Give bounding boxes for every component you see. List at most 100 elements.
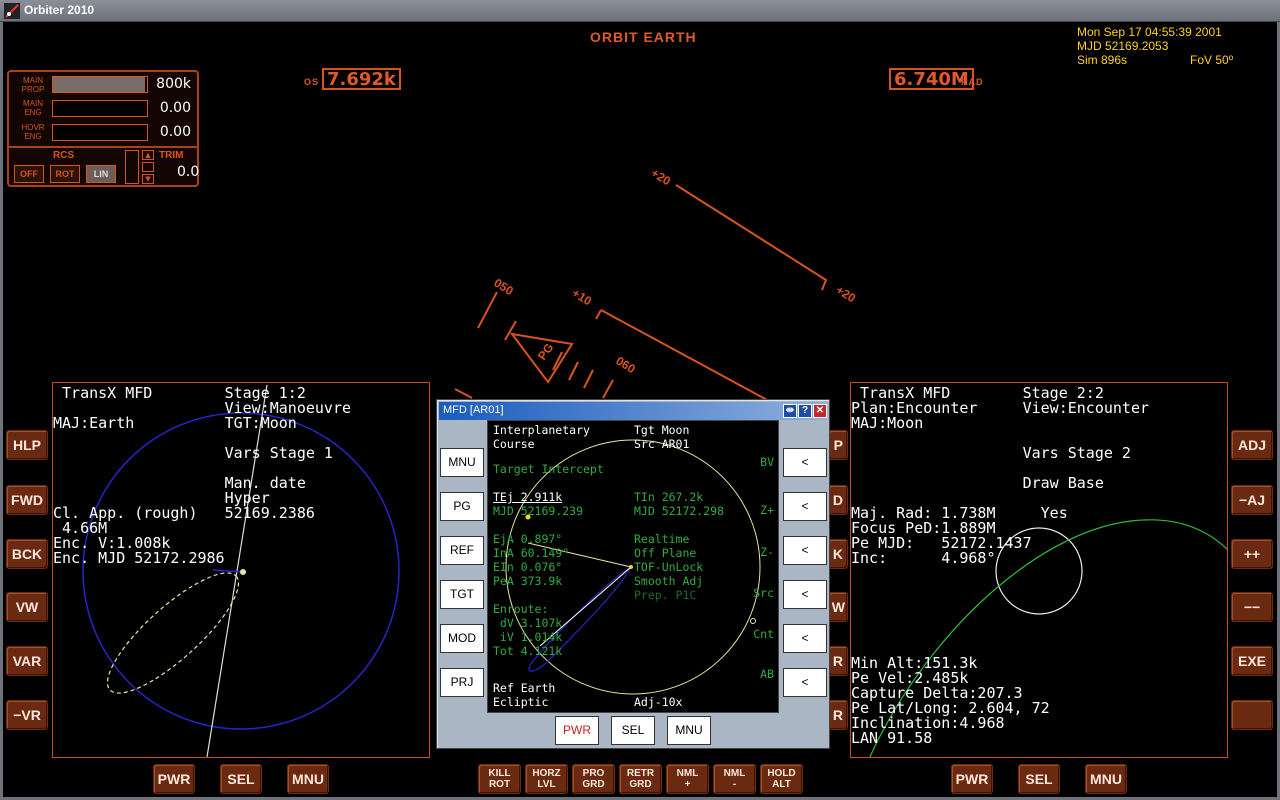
left-mfd-bck-button[interactable]: BCK [6,539,48,569]
screen-dv: dV 3.107k [493,616,563,630]
mfd-dialog-titlebar[interactable]: MFD [AR01] ⇹ ? ✕ [439,402,827,420]
hidden-button-r1[interactable]: R [828,646,848,676]
hidden-button-w-label: W [831,599,845,615]
right-mfd-blank-button[interactable] [1231,700,1273,730]
sim-time: Sim 896s [1077,53,1128,67]
nav-holdalt-button[interactable]: HOLD ALT [760,764,803,794]
hidden-button-d[interactable]: D [828,485,848,515]
ladder-label-pg: PG [535,340,556,362]
screen-tof: TOF-UnLock [634,560,704,574]
hidden-button-r2-label: R [832,707,843,723]
screen-side-cnt: Cnt [753,627,774,641]
screen-ecliptic: Ecliptic [493,695,549,709]
nav-prograde-button[interactable]: PRO GRD [572,764,615,794]
dialog-sel-button[interactable]: SEL [611,716,655,745]
dialog-right-button-1[interactable]: < [783,448,827,477]
hidden-button-w[interactable]: W [828,592,848,622]
right-mfd-exe-button[interactable]: EXE [1231,646,1273,676]
screen-tej: TEj 2.911k [493,490,563,504]
main-eng-label: MAIN ENG [23,99,43,117]
nav-prograde-l2: GRD [582,779,605,790]
right-mfd-minus-aj-button[interactable]: −AJ [1231,485,1273,515]
left-mfd-var-button[interactable]: VAR [6,646,48,676]
dialog-pwr-button[interactable]: PWR [555,716,599,745]
main-prop-value: 800k [156,76,191,92]
screen-smooth: Smooth Adj [634,574,704,588]
screen-side-zplus: Z+ [760,503,774,517]
trim-reset-icon[interactable] [142,162,154,172]
dialog-prj-button[interactable]: PRJ [440,668,484,697]
trim-label: TRIM [159,150,184,161]
right-mfd-adj-button[interactable]: ADJ [1231,430,1273,460]
dialog-right-button-3[interactable]: < [783,536,827,565]
dialog-mfd-screen: Interplanetary Course Tgt Moon Src AR01 … [487,420,779,713]
nav-killrot-button[interactable]: KILL ROT [478,764,521,794]
left-mfd-line-4: Vars Stage 1 [53,444,333,462]
trim-value: 0.0 [177,164,200,180]
left-mfd-vr-button[interactable]: −VR [6,700,48,730]
nav-horzlvl-l2: LVL [537,779,556,790]
hovr-eng-label: HOVR ENG [21,123,45,141]
left-mfd-fwd-button[interactable]: FWD [6,485,48,515]
dialog-right-button-2[interactable]: < [783,492,827,521]
right-mfd-sel-button[interactable]: SEL [1018,764,1060,794]
screen-enroute: Enroute: [493,602,549,616]
rcs-off-button[interactable]: OFF [14,165,44,183]
left-mfd-screen: TransX MFD Stage 1:2 View:Manoeuvre MAJ:… [52,382,430,758]
dialog-right-button-5[interactable]: < [783,624,827,653]
rcs-lin-button[interactable]: LIN [86,165,116,183]
pin-icon[interactable]: ⇹ [783,404,797,418]
right-mfd-mnu-button[interactable]: MNU [1085,764,1127,794]
left-mfd-pwr-button[interactable]: PWR [153,764,195,794]
mfd-dialog: MFD [AR01] ⇹ ? ✕ MNU PG REF TGT MOD PRJ … [436,399,830,749]
main-eng-bar [52,100,148,117]
dialog-tgt-button[interactable]: TGT [440,580,484,609]
dialog-mnu-button[interactable]: MNU [440,448,484,477]
dialog-mnu-bottom-button[interactable]: MNU [667,716,711,745]
dialog-right-button-4[interactable]: < [783,580,827,609]
nav-nmlminus-l1: NML [723,768,746,779]
dialog-ref-button[interactable]: REF [440,536,484,565]
right-mfd-pwr-button[interactable]: PWR [951,764,993,794]
nav-retrograde-button[interactable]: RETR GRD [619,764,662,794]
close-icon[interactable]: ✕ [813,404,827,418]
right-mfd-minusminus-button[interactable]: −− [1231,592,1273,622]
nav-nmlplus-button[interactable]: NML + [666,764,709,794]
hidden-button-p[interactable]: P [828,430,848,460]
screen-src: Src AR01 [634,437,690,451]
main-eng-value: 0.00 [159,100,191,116]
nav-retrograde-l2: GRD [629,779,652,790]
screen-ref: Ref Earth [493,681,556,695]
screen-prep: Prep. P1C [634,588,697,602]
left-mfd-hlp-button[interactable]: HLP [6,430,48,460]
dialog-right-button-6[interactable]: < [783,668,827,697]
left-mfd-orbit-plot [82,384,400,757]
screen-pea: PeA 373.9k [493,574,563,588]
nav-horzlvl-button[interactable]: HORZ LVL [525,764,568,794]
left-mfd-mnu-button[interactable]: MNU [287,764,329,794]
nav-horzlvl-l1: HORZ [532,768,561,779]
hidden-button-k-label: K [832,546,843,562]
sim-date: Mon Sep 17 04:55:39 2001 [1077,25,1222,39]
hidden-button-k[interactable]: K [828,539,848,569]
help-icon[interactable]: ? [798,404,812,418]
screen-tin-mjd: MJD 52172.298 [634,504,725,518]
main-prop-label: MAIN PROP [21,76,45,94]
nav-nmlminus-button[interactable]: NML - [713,764,756,794]
trim-down-icon[interactable]: ▼ [142,174,154,184]
dialog-mod-button[interactable]: MOD [440,624,484,653]
dialog-pg-button[interactable]: PG [440,492,484,521]
main-prop-fill [53,77,146,92]
hidden-button-r2[interactable]: R [828,700,848,730]
ladder-label-10: +10 [569,286,594,309]
trim-up-icon[interactable]: ▲ [142,150,154,160]
left-mfd-sel-button[interactable]: SEL [220,764,262,794]
right-mfd-plusplus-button[interactable]: ++ [1231,539,1273,569]
hidden-button-r1-label: R [832,653,843,669]
engine-divider [9,146,197,148]
nav-prograde-l1: PRO [582,768,605,779]
screen-adj: Adj-10x [634,695,683,709]
rcs-rot-button[interactable]: ROT [50,165,80,183]
left-mfd-vw-button[interactable]: VW [6,592,48,622]
screen-realtime: Realtime [634,532,690,546]
